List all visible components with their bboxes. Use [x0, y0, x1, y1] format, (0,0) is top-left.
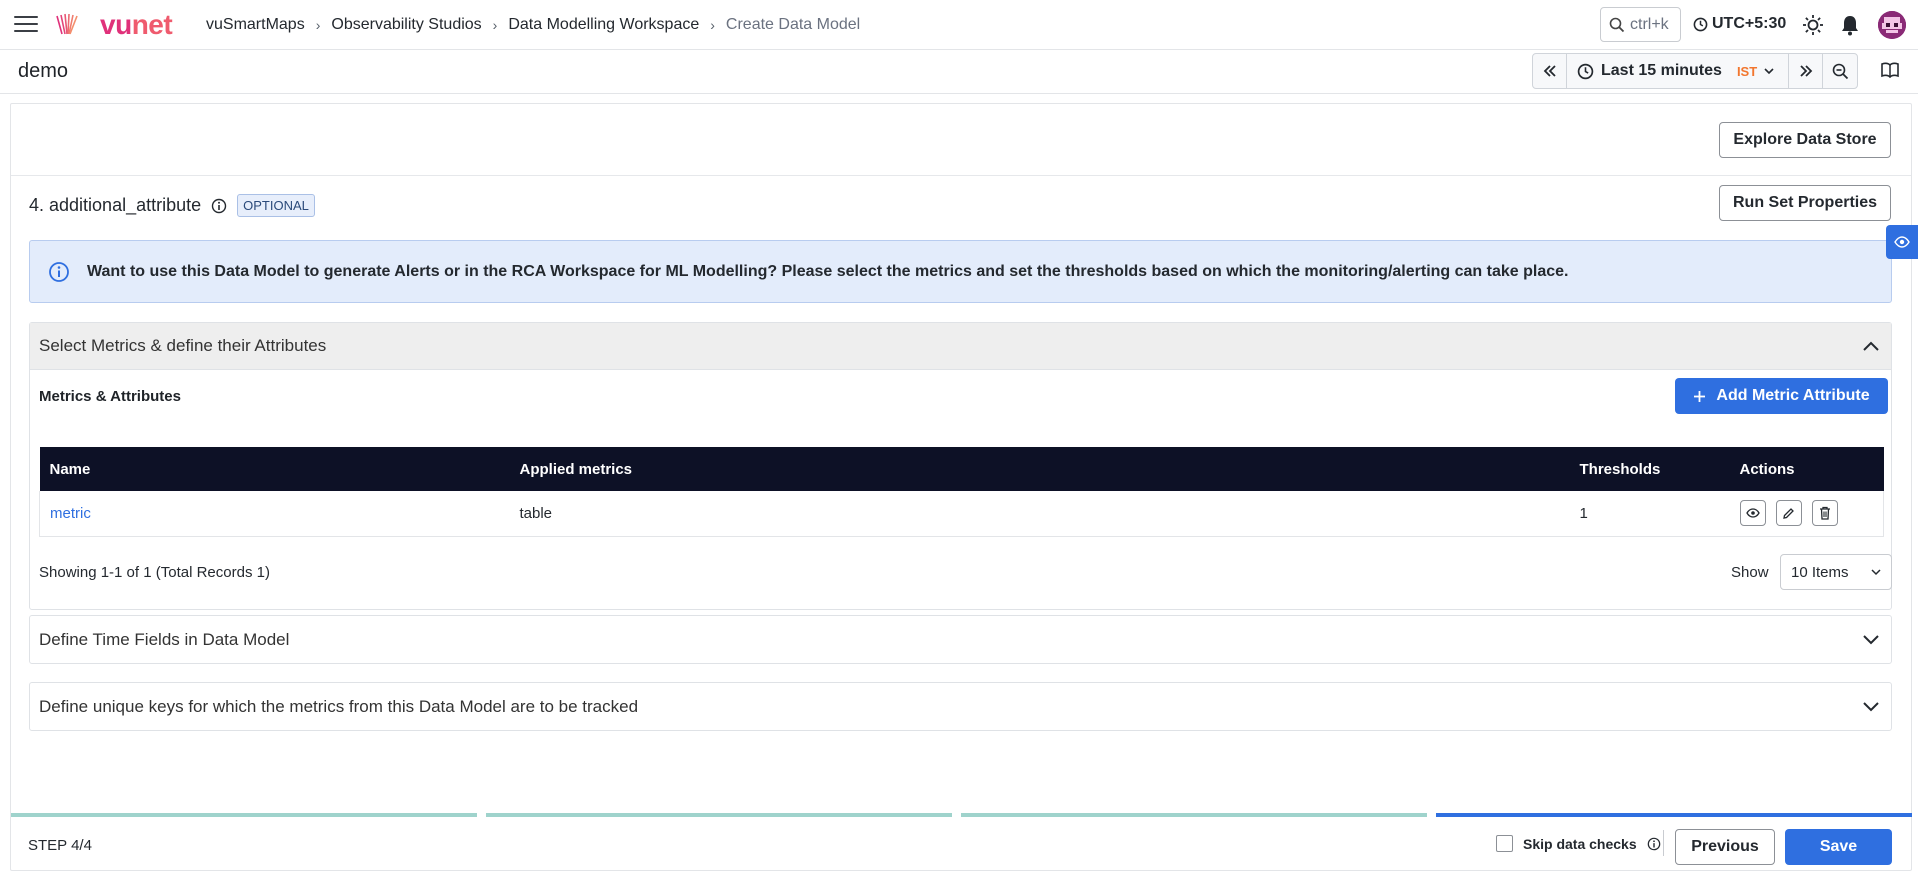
time-range-picker: Last 15 minutes IST — [1532, 53, 1859, 89]
info-icon[interactable] — [211, 198, 227, 214]
avatar-icon — [1878, 11, 1906, 39]
side-panel-eye-toggle[interactable] — [1886, 225, 1918, 259]
chevron-right-icon: › — [315, 17, 321, 33]
table-row: metric table 1 — [39, 491, 1884, 537]
theme-toggle-sun-icon[interactable] — [1801, 13, 1825, 37]
view-eye-icon[interactable] — [1739, 500, 1766, 527]
timezone-selector[interactable]: UTC+5:30 — [1693, 15, 1786, 33]
clock-icon — [1693, 17, 1708, 31]
docs-book-icon[interactable] — [1880, 61, 1904, 85]
info-banner: Want to use this Data Model to generate … — [29, 240, 1892, 303]
accordion-title: Define unique keys for which the metrics… — [39, 696, 639, 716]
page-toolbar: demo Last 15 minutes IST — [0, 50, 1918, 94]
progress-step-2 — [486, 813, 952, 817]
progress-step-4 — [1436, 813, 1912, 817]
accordion-header-unique-keys[interactable]: Define unique keys for which the metrics… — [30, 683, 1891, 730]
zoom-out-button[interactable] — [1823, 54, 1857, 88]
add-metric-attribute-label: Add Metric Attribute — [1716, 387, 1870, 404]
double-chevron-left-icon — [1543, 65, 1556, 77]
previous-button[interactable]: Previous — [1675, 829, 1775, 865]
chevron-right-icon: › — [710, 17, 715, 33]
user-avatar[interactable] — [1878, 11, 1906, 39]
run-set-properties-button[interactable]: Run Set Properties — [1719, 185, 1891, 221]
breadcrumb-data-modelling-workspace[interactable]: Data Modelling Workspace — [508, 16, 699, 34]
skip-data-checks-label: Skip data checks — [1523, 835, 1637, 852]
chevron-right-icon: › — [492, 17, 498, 33]
section-title: 4. additional_attribute OPTIONAL — [29, 194, 315, 217]
divider — [11, 175, 1911, 176]
hamburger-menu-icon[interactable] — [14, 16, 38, 34]
eye-icon — [1894, 236, 1910, 248]
column-header-thresholds: Thresholds — [1569, 447, 1730, 491]
timezone-badge: IST — [1736, 63, 1758, 79]
step-indicator: STEP 4/4 — [28, 837, 92, 854]
accordion-title: Define Time Fields in Data Model — [39, 629, 290, 649]
breadcrumb-create-data-model: Create Data Model — [725, 16, 861, 33]
accordion-unique-keys: Define unique keys for which the metrics… — [29, 682, 1892, 731]
accordion-body: Metrics & Attributes Add Metric Attribut… — [30, 370, 1892, 610]
page-title: demo — [18, 60, 69, 82]
pagination-summary: Showing 1-1 of 1 (Total Records 1) — [39, 564, 270, 581]
page-size-label: Show — [1731, 564, 1769, 581]
main-card: Explore Data Store 4. additional_attribu… — [10, 103, 1912, 871]
applied-metrics-cell: table — [509, 491, 1570, 537]
page-size-value: 10 Items — [1791, 563, 1849, 581]
section-title-text: 4. additional_attribute — [29, 195, 202, 215]
skip-data-checks: Skip data checks — [1496, 835, 1661, 852]
time-back-button[interactable] — [1533, 54, 1567, 88]
accordion-title: Select Metrics & define their Attributes — [39, 336, 327, 355]
accordion-select-metrics: Select Metrics & define their Attributes… — [29, 322, 1892, 610]
accordion-header-select-metrics[interactable]: Select Metrics & define their Attributes — [30, 323, 1891, 370]
clock-icon — [1577, 63, 1594, 79]
search-button[interactable]: ctrl+k — [1600, 7, 1681, 42]
thresholds-cell: 1 — [1569, 491, 1730, 537]
breadcrumb-observability-studios[interactable]: Observability Studios — [331, 16, 481, 34]
table-header-row: Name Applied metrics Thresholds Actions — [39, 447, 1884, 491]
search-icon — [1609, 17, 1625, 32]
page-size-select[interactable]: 10 Items — [1780, 554, 1892, 590]
optional-badge: OPTIONAL — [237, 194, 315, 217]
skip-data-checks-checkbox[interactable] — [1496, 835, 1513, 852]
plus-icon — [1694, 390, 1706, 402]
time-forward-button[interactable] — [1789, 54, 1824, 88]
column-header-actions: Actions — [1729, 447, 1884, 491]
divider — [1663, 830, 1664, 856]
chevron-down-icon — [1863, 701, 1879, 711]
double-chevron-right-icon — [1800, 65, 1812, 77]
metrics-table: Name Applied metrics Thresholds Actions … — [39, 447, 1884, 537]
chevron-down-icon — [1764, 67, 1774, 74]
brand-logo-text: vunet — [100, 9, 173, 40]
progress-step-3 — [961, 813, 1427, 817]
chevron-down-icon — [1863, 634, 1879, 644]
info-banner-message: Want to use this Data Model to generate … — [87, 262, 1569, 280]
progress-step-1 — [11, 813, 477, 817]
time-range-selector[interactable]: Last 15 minutes IST — [1567, 54, 1790, 88]
metric-name-link[interactable]: metric — [50, 505, 91, 522]
vunet-logo-icon — [56, 13, 78, 35]
explore-data-store-button[interactable]: Explore Data Store — [1719, 122, 1891, 158]
column-header-applied-metrics: Applied metrics — [509, 447, 1570, 491]
time-range-label: Last 15 minutes — [1601, 62, 1722, 79]
zoom-out-icon — [1832, 63, 1848, 79]
edit-pencil-icon[interactable] — [1775, 500, 1802, 527]
timezone-label: UTC+5:30 — [1712, 15, 1787, 32]
notifications-bell-icon[interactable] — [1838, 13, 1862, 37]
actions-cell — [1729, 491, 1884, 537]
add-metric-attribute-button[interactable]: Add Metric Attribute — [1675, 378, 1888, 414]
metrics-title: Metrics & Attributes — [39, 388, 181, 405]
breadcrumb-vusmartmaps[interactable]: vuSmartMaps — [206, 16, 305, 34]
search-shortcut: ctrl+k — [1630, 15, 1669, 33]
accordion-time-fields: Define Time Fields in Data Model — [29, 615, 1892, 664]
info-circle-icon — [49, 261, 69, 282]
chevron-up-icon — [1863, 341, 1879, 351]
delete-trash-icon[interactable] — [1811, 500, 1838, 527]
info-icon[interactable] — [1647, 837, 1661, 851]
chevron-down-icon — [1871, 568, 1881, 575]
top-header: vunet vuSmartMaps › Observability Studio… — [0, 0, 1918, 50]
column-header-name: Name — [39, 447, 510, 491]
save-button[interactable]: Save — [1785, 829, 1892, 865]
breadcrumb: vuSmartMaps › Observability Studios › Da… — [206, 16, 860, 34]
accordion-header-time-fields[interactable]: Define Time Fields in Data Model — [30, 616, 1891, 663]
